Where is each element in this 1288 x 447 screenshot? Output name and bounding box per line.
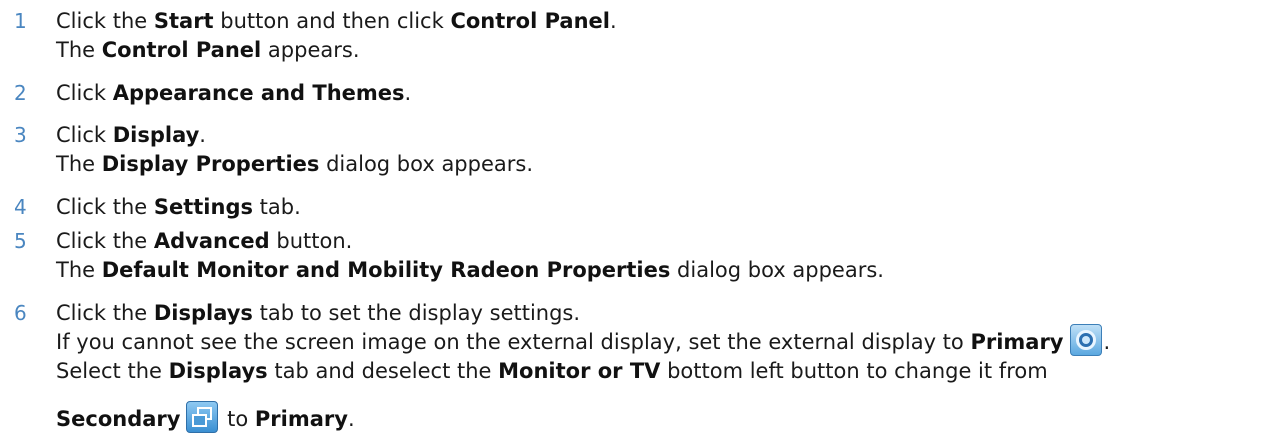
text: Click the bbox=[56, 9, 154, 33]
text: . bbox=[1103, 330, 1111, 354]
step-line: Click Display. bbox=[56, 120, 206, 150]
text: button and then click bbox=[213, 9, 451, 33]
ui-term: Appearance and Themes bbox=[112, 81, 405, 105]
text: If you cannot see the screen image on th… bbox=[56, 330, 971, 354]
step-result: The Display Properties dialog box appear… bbox=[56, 149, 533, 179]
text: Click the bbox=[56, 229, 154, 253]
step-result: The Default Monitor and Mobility Radeon … bbox=[56, 255, 884, 285]
text: dialog box appears. bbox=[319, 152, 534, 176]
ui-term: Secondary bbox=[56, 407, 181, 431]
step-number: 5 bbox=[14, 229, 27, 253]
text: The bbox=[56, 152, 102, 176]
text: The bbox=[56, 38, 102, 62]
step-result: If you cannot see the screen image on th… bbox=[56, 324, 1111, 359]
step-line: Click the Displays tab to set the displa… bbox=[56, 298, 580, 328]
step-line: Click the Start button and then click Co… bbox=[56, 6, 617, 36]
ui-term: Settings bbox=[153, 195, 253, 219]
step-number: 4 bbox=[14, 195, 27, 219]
secondary-display-icon bbox=[186, 401, 219, 433]
text: Click the bbox=[56, 195, 154, 219]
text: tab. bbox=[252, 195, 301, 219]
text: . bbox=[347, 407, 355, 431]
step-number: 3 bbox=[14, 123, 27, 147]
ui-term: Control Panel bbox=[101, 38, 262, 62]
ui-term: Monitor or TV bbox=[498, 359, 661, 383]
text: button. bbox=[269, 229, 353, 253]
step-number: 1 bbox=[14, 9, 27, 33]
step-line: Click the Settings tab. bbox=[56, 192, 301, 222]
ui-term: Displays bbox=[153, 301, 253, 325]
text: The bbox=[56, 258, 102, 282]
text: . bbox=[609, 9, 617, 33]
ui-term: Advanced bbox=[153, 229, 270, 253]
text: to bbox=[220, 407, 255, 431]
primary-display-icon bbox=[1069, 324, 1102, 356]
text: bottom left button to change it from bbox=[660, 359, 1048, 383]
step-line: Click the Advanced button. bbox=[56, 226, 352, 256]
ui-term: Displays bbox=[168, 359, 268, 383]
text: . bbox=[404, 81, 412, 105]
step-line: Secondary to Primary. bbox=[56, 401, 355, 436]
ui-term: Display bbox=[112, 123, 200, 147]
ui-term: Display Properties bbox=[101, 152, 320, 176]
step-number: 6 bbox=[14, 301, 27, 325]
ui-term: Control Panel bbox=[450, 9, 610, 33]
text: appears. bbox=[261, 38, 360, 62]
text: Click bbox=[56, 123, 113, 147]
ui-term: Primary bbox=[970, 330, 1064, 354]
text: Select the bbox=[56, 359, 169, 383]
text: . bbox=[199, 123, 206, 147]
text: tab and deselect the bbox=[267, 359, 499, 383]
text: Click bbox=[56, 81, 113, 105]
ui-term: Start bbox=[153, 9, 214, 33]
text: Click the bbox=[56, 301, 154, 325]
text: dialog box appears. bbox=[670, 258, 884, 282]
ui-term: Default Monitor and Mobility Radeon Prop… bbox=[101, 258, 671, 282]
step-line: Click Appearance and Themes. bbox=[56, 78, 411, 108]
step-result: The Control Panel appears. bbox=[56, 35, 360, 65]
text: tab to set the display settings. bbox=[252, 301, 581, 325]
step-number: 2 bbox=[14, 81, 27, 105]
step-line: Select the Displays tab and deselect the… bbox=[56, 356, 1048, 386]
ui-term: Primary bbox=[254, 407, 348, 431]
